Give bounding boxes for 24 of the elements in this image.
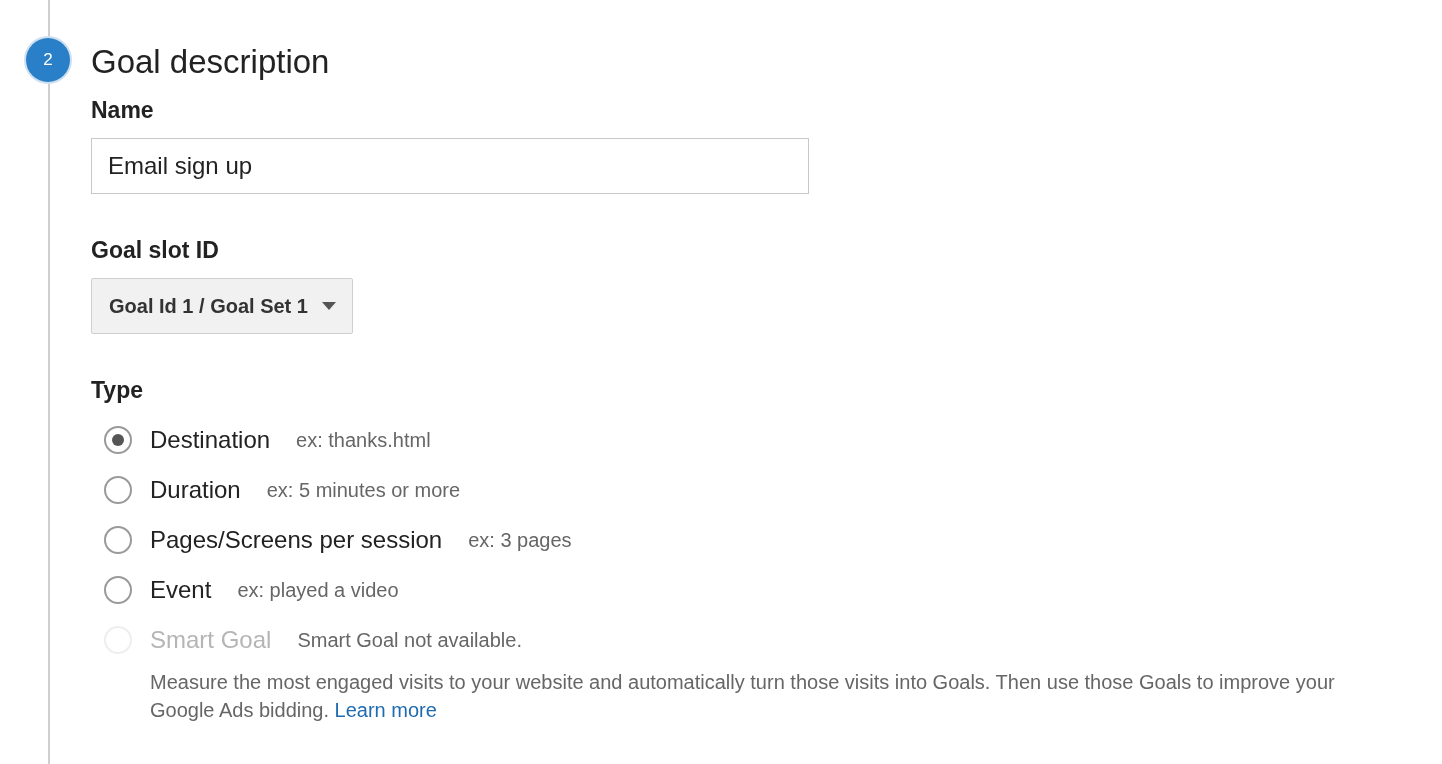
option-hint: ex: played a video — [237, 578, 399, 602]
name-field[interactable]: Email sign up — [91, 138, 809, 194]
radio-button[interactable] — [104, 476, 132, 504]
field-label: Type — [91, 376, 144, 404]
radio-button[interactable] — [104, 426, 132, 454]
section-title: Goal description — [91, 42, 331, 82]
option-hint: Smart Goal not available. — [297, 628, 522, 652]
learn-more-link[interactable]: Learn more — [334, 699, 437, 721]
radio-button[interactable] — [104, 526, 132, 554]
caret-icon — [321, 302, 336, 310]
option-hint: ex: 5 minutes or more — [266, 478, 461, 502]
field-label: Goal slot ID — [91, 236, 220, 264]
option-label: Smart Goal — [150, 626, 272, 654]
field-label: Name — [91, 96, 155, 124]
step-number: 2 — [26, 38, 70, 82]
description-text: Measure the most engaged visits to your website and automatically turn those visits into Goals. Then use those Goals to improve your Google Ads bidding. Learn more — [150, 670, 1336, 723]
goal-slot-dropdown[interactable]: Goal Id 1 / Goal Set 1 — [91, 278, 353, 334]
option-label: Event — [150, 576, 212, 604]
option-label: Pages/Screens per session — [150, 526, 443, 554]
option-label: Duration — [150, 476, 241, 504]
radio-button[interactable] — [104, 576, 132, 604]
option-hint: ex: 3 pages — [468, 528, 572, 552]
option-hint: ex: thanks.html — [296, 428, 431, 452]
option-label: Destination — [150, 426, 271, 454]
